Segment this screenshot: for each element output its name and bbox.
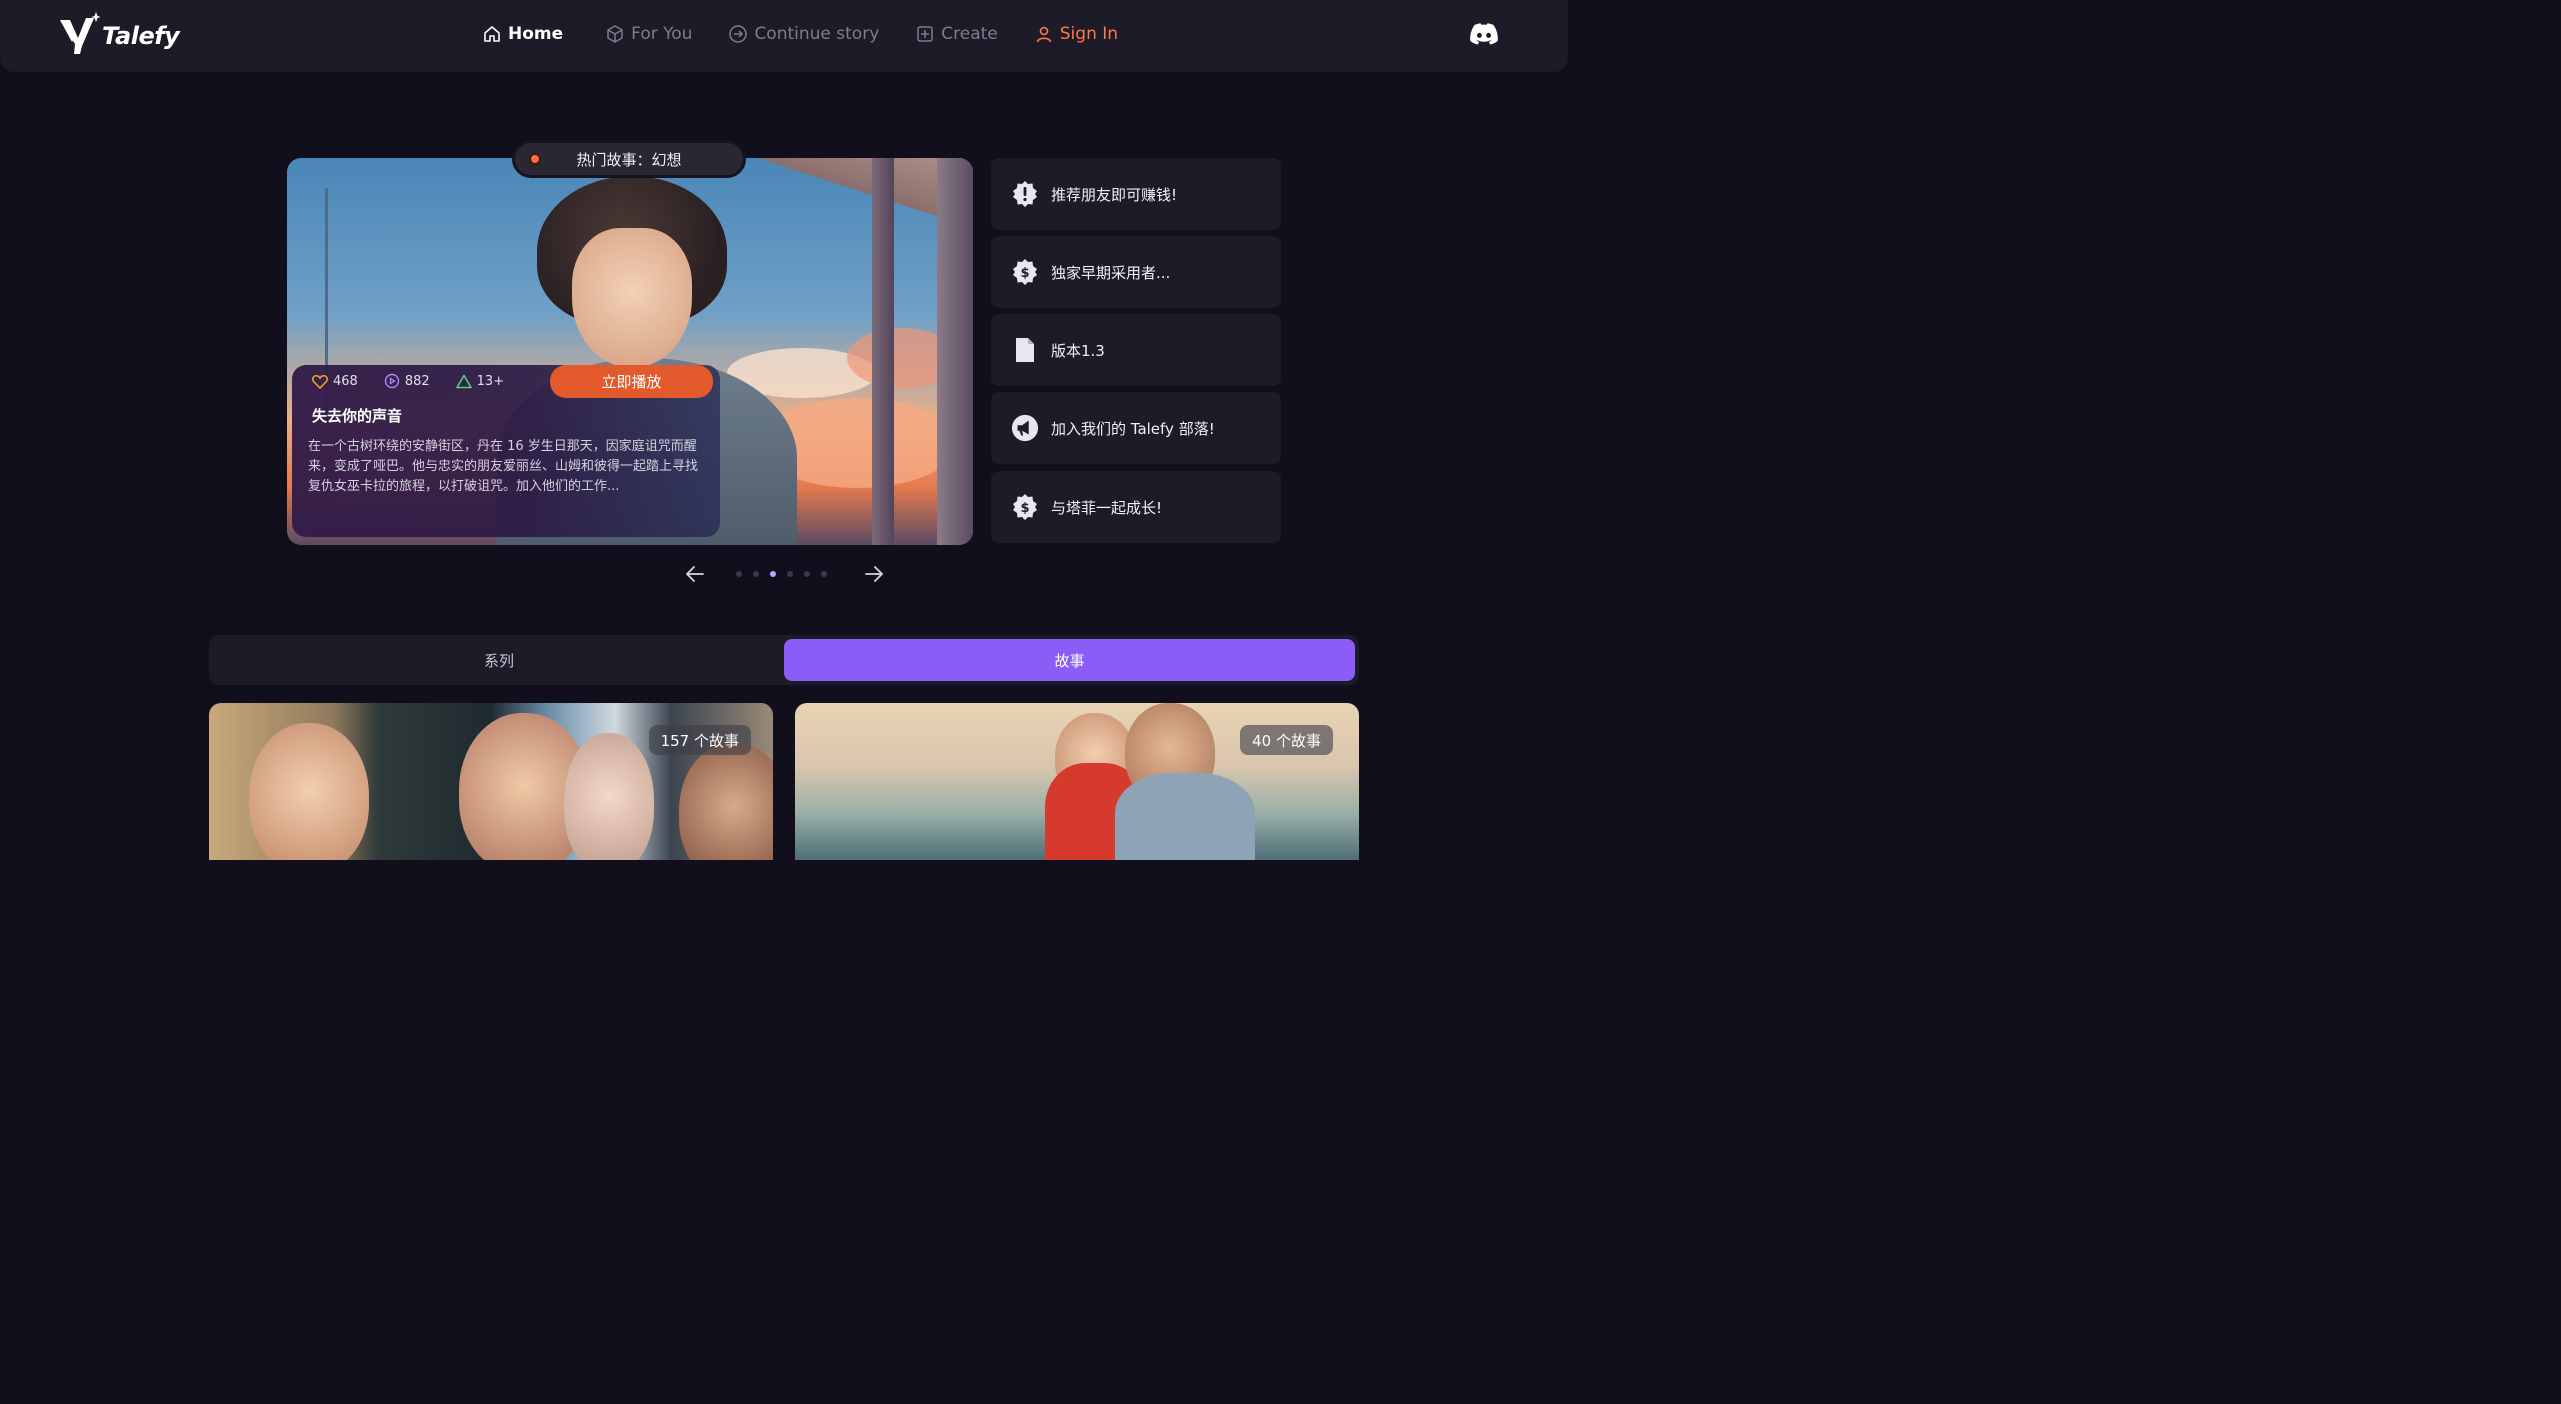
story-count-badge: 40 个故事	[1240, 725, 1333, 755]
nav-home-label: Home	[508, 24, 564, 44]
arrow-circle-icon	[729, 25, 748, 43]
side-item-tribe[interactable]: 加入我们的 Talefy 部落!	[991, 392, 1281, 464]
user-icon	[1036, 26, 1052, 43]
card-character-face	[679, 743, 773, 860]
featured-story-card: 468 882 13+ 立即播放 失去你的声音 在一个古树环绕的安静街区，丹在 …	[292, 365, 720, 537]
nav-sign-in[interactable]: Sign In	[1034, 20, 1118, 48]
story-collection-card[interactable]: 40 个故事	[795, 703, 1359, 860]
carousel-dot-active[interactable]	[770, 571, 776, 577]
hero-shelter-pole	[937, 158, 973, 545]
side-item-version[interactable]: 版本1.3	[991, 314, 1281, 386]
nav-for-you[interactable]: For You	[605, 20, 692, 48]
carousel-prev-button[interactable]	[684, 563, 706, 585]
story-stats: 468 882 13+	[312, 373, 530, 389]
hero-character-face	[572, 228, 692, 368]
arrow-right-icon	[865, 566, 883, 582]
svg-text:$: $	[1020, 266, 1029, 281]
nav-sign-in-label: Sign In	[1059, 24, 1119, 44]
tab-stories[interactable]: 故事	[784, 639, 1355, 681]
nav-continue-story[interactable]: Continue story	[728, 20, 879, 48]
side-item-label: 版本1.3	[1051, 341, 1105, 360]
home-icon	[484, 26, 500, 42]
top-navbar: Talefy Home For You Continue story Creat…	[0, 0, 1568, 72]
plays-stat: 882	[384, 373, 430, 389]
plus-square-icon	[917, 26, 934, 42]
hero-shelter-pole	[872, 158, 894, 545]
cube-icon	[607, 25, 623, 43]
logo-text: Talefy	[102, 22, 180, 50]
card-character-face	[564, 733, 654, 860]
story-count-badge: 157 个故事	[648, 725, 751, 755]
logo[interactable]: Talefy	[58, 12, 180, 56]
plays-count: 882	[404, 373, 430, 389]
discord-icon	[1470, 23, 1498, 45]
carousel-dot[interactable]	[753, 571, 759, 577]
carousel-dot[interactable]	[821, 571, 827, 577]
main-nav: Home For You Continue story Create Sign …	[482, 20, 1118, 48]
triangle-icon	[455, 374, 472, 388]
alert-badge-icon	[1011, 180, 1039, 208]
carousel-dot[interactable]	[787, 571, 793, 577]
play-circle-icon	[384, 373, 400, 389]
carousel-dot[interactable]	[804, 571, 810, 577]
discord-button[interactable]	[1470, 22, 1498, 46]
nav-create-label: Create	[941, 24, 998, 44]
story-description: 在一个古树环绕的安静街区，丹在 16 岁生日那天，因家庭诅咒而醒来，变成了哑巴。…	[308, 439, 699, 494]
dollar-badge-icon: $	[1011, 258, 1039, 286]
trending-tag-label: 热门故事：幻想	[576, 150, 682, 169]
card-character-shirt	[1115, 773, 1255, 860]
story-title: 失去你的声音	[312, 407, 403, 425]
likes-stat: 468	[312, 374, 358, 389]
side-item-early-adopter[interactable]: $ 独家早期采用者...	[991, 236, 1281, 308]
carousel-dot[interactable]	[736, 571, 742, 577]
nav-continue-story-label: Continue story	[754, 24, 880, 44]
content-tabs: 系列 故事	[209, 635, 1359, 685]
story-collection-card[interactable]: 157 个故事	[209, 703, 773, 860]
age-rating-stat: 13+	[455, 373, 505, 389]
arrow-left-icon	[686, 566, 704, 582]
trending-tag: 热门故事：幻想	[512, 140, 746, 178]
side-item-referral[interactable]: 推荐朋友即可赚钱!	[991, 158, 1281, 230]
document-icon	[1011, 336, 1039, 364]
heart-icon	[312, 374, 328, 389]
side-item-label: 与塔菲一起成长!	[1051, 498, 1163, 517]
likes-count: 468	[333, 373, 358, 389]
live-dot-icon	[529, 153, 541, 165]
tab-series[interactable]: 系列	[213, 639, 785, 681]
side-item-grow[interactable]: $ 与塔菲一起成长!	[991, 471, 1281, 543]
side-item-label: 独家早期采用者...	[1051, 263, 1171, 282]
side-item-label: 推荐朋友即可赚钱!	[1051, 185, 1178, 204]
side-item-label: 加入我们的 Talefy 部落!	[1051, 419, 1215, 438]
svg-text:$: $	[1020, 501, 1029, 516]
play-now-button[interactable]: 立即播放	[550, 365, 713, 398]
carousel-dots	[736, 571, 838, 577]
card-character-face	[249, 723, 369, 860]
age-rating: 13+	[476, 373, 505, 389]
nav-for-you-label: For You	[631, 24, 693, 44]
logo-mark-icon	[60, 12, 100, 54]
nav-home[interactable]: Home	[482, 20, 563, 48]
megaphone-icon	[1011, 414, 1039, 442]
dollar-badge-icon: $	[1011, 493, 1039, 521]
nav-create[interactable]: Create	[915, 20, 998, 48]
carousel-next-button[interactable]	[863, 563, 885, 585]
